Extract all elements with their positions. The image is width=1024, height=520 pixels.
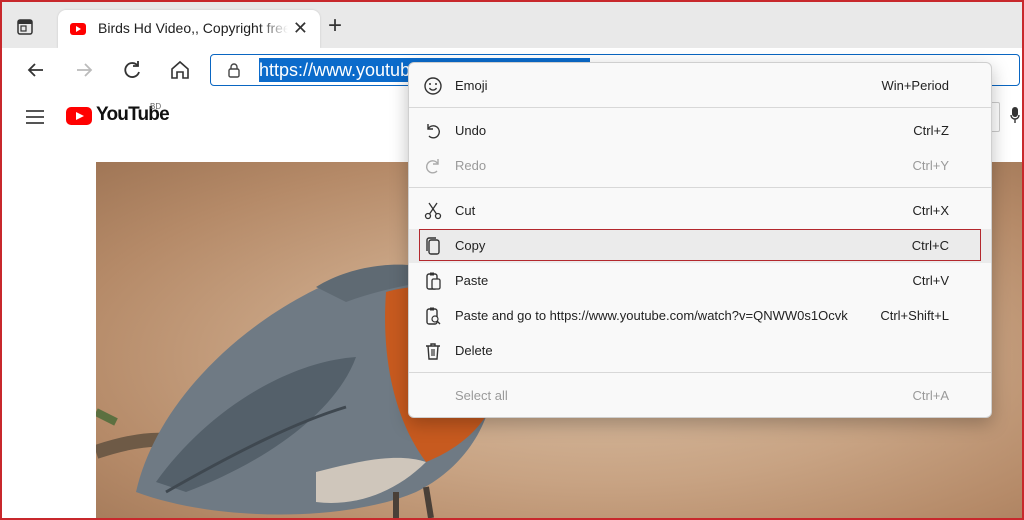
screenshot-frame: Birds Hd Video,, Copyright free video ✕ … bbox=[0, 0, 1024, 520]
menu-item-shortcut: Ctrl+Z bbox=[913, 123, 949, 138]
menu-hamburger-icon[interactable] bbox=[26, 110, 44, 128]
refresh-icon bbox=[124, 61, 140, 78]
tab-title: Birds Hd Video,, Copyright free video bbox=[98, 20, 288, 36]
arrow-left-icon bbox=[27, 63, 43, 77]
paste-and-go-icon bbox=[423, 306, 443, 326]
menu-item-label: Paste bbox=[455, 273, 489, 288]
menu-item-label: Copy bbox=[455, 238, 486, 253]
menu-divider bbox=[409, 107, 991, 108]
menu-item-cut[interactable]: Cut Ctrl+X bbox=[409, 194, 991, 228]
menu-item-shortcut: Ctrl+C bbox=[911, 238, 949, 253]
menu-item-copy[interactable]: Copy Ctrl+C bbox=[409, 229, 991, 263]
redo-icon bbox=[423, 156, 443, 176]
paste-icon bbox=[423, 271, 443, 291]
back-button[interactable] bbox=[22, 56, 50, 84]
scissors-icon bbox=[423, 201, 443, 221]
arrow-right-icon bbox=[77, 63, 93, 77]
trash-icon bbox=[423, 341, 443, 361]
menu-item-shortcut: Win+Period bbox=[881, 78, 949, 93]
undo-icon bbox=[423, 121, 443, 141]
tab-strip: Birds Hd Video,, Copyright free video ✕ … bbox=[2, 2, 1022, 48]
region-code: BD bbox=[150, 102, 162, 111]
youtube-logo-icon[interactable] bbox=[66, 107, 92, 125]
menu-item-shortcut: Ctrl+A bbox=[912, 388, 949, 403]
menu-item-delete[interactable]: Delete bbox=[409, 334, 991, 368]
menu-item-paste-and-go[interactable]: Paste and go to https://www.youtube.com/… bbox=[409, 299, 991, 333]
tab-close-icon[interactable]: ✕ bbox=[293, 18, 308, 39]
menu-item-label: Delete bbox=[455, 343, 493, 358]
home-button[interactable] bbox=[166, 56, 194, 84]
refresh-button[interactable] bbox=[118, 56, 146, 84]
copy-icon bbox=[423, 236, 443, 256]
menu-item-shortcut: Ctrl+X bbox=[912, 203, 949, 218]
menu-item-label: Select all bbox=[455, 388, 508, 403]
menu-item-undo[interactable]: Undo Ctrl+Z bbox=[409, 114, 991, 148]
menu-item-paste[interactable]: Paste Ctrl+V bbox=[409, 264, 991, 298]
menu-divider bbox=[409, 187, 991, 188]
menu-item-shortcut: Ctrl+V bbox=[912, 273, 949, 288]
menu-item-label: Cut bbox=[455, 203, 476, 218]
menu-item-label: Redo bbox=[455, 158, 487, 173]
menu-item-select-all[interactable]: Select all Ctrl+A bbox=[409, 379, 991, 413]
home-icon bbox=[171, 60, 189, 79]
menu-divider bbox=[409, 372, 991, 373]
lock-icon bbox=[227, 62, 241, 83]
youtube-favicon-icon bbox=[70, 23, 86, 35]
tab-actions-icon[interactable] bbox=[16, 18, 34, 36]
menu-item-shortcut: Ctrl+Shift+L bbox=[880, 308, 949, 323]
forward-button[interactable] bbox=[70, 56, 98, 84]
browser-tab[interactable]: Birds Hd Video,, Copyright free video ✕ bbox=[58, 10, 320, 48]
context-menu: Emoji Win+Period Undo Ctrl+Z Redo Ctrl+Y… bbox=[408, 62, 992, 418]
emoji-icon bbox=[423, 76, 443, 96]
menu-item-emoji[interactable]: Emoji Win+Period bbox=[409, 69, 991, 103]
menu-item-label: Undo bbox=[455, 123, 487, 138]
menu-item-label: Paste and go to https://www.youtube.com/… bbox=[455, 308, 848, 323]
menu-item-redo[interactable]: Redo Ctrl+Y bbox=[409, 149, 991, 183]
microphone-icon[interactable] bbox=[1010, 106, 1020, 129]
new-tab-button[interactable]: + bbox=[328, 12, 342, 40]
menu-item-shortcut: Ctrl+Y bbox=[912, 158, 949, 173]
menu-item-label: Emoji bbox=[455, 78, 488, 93]
